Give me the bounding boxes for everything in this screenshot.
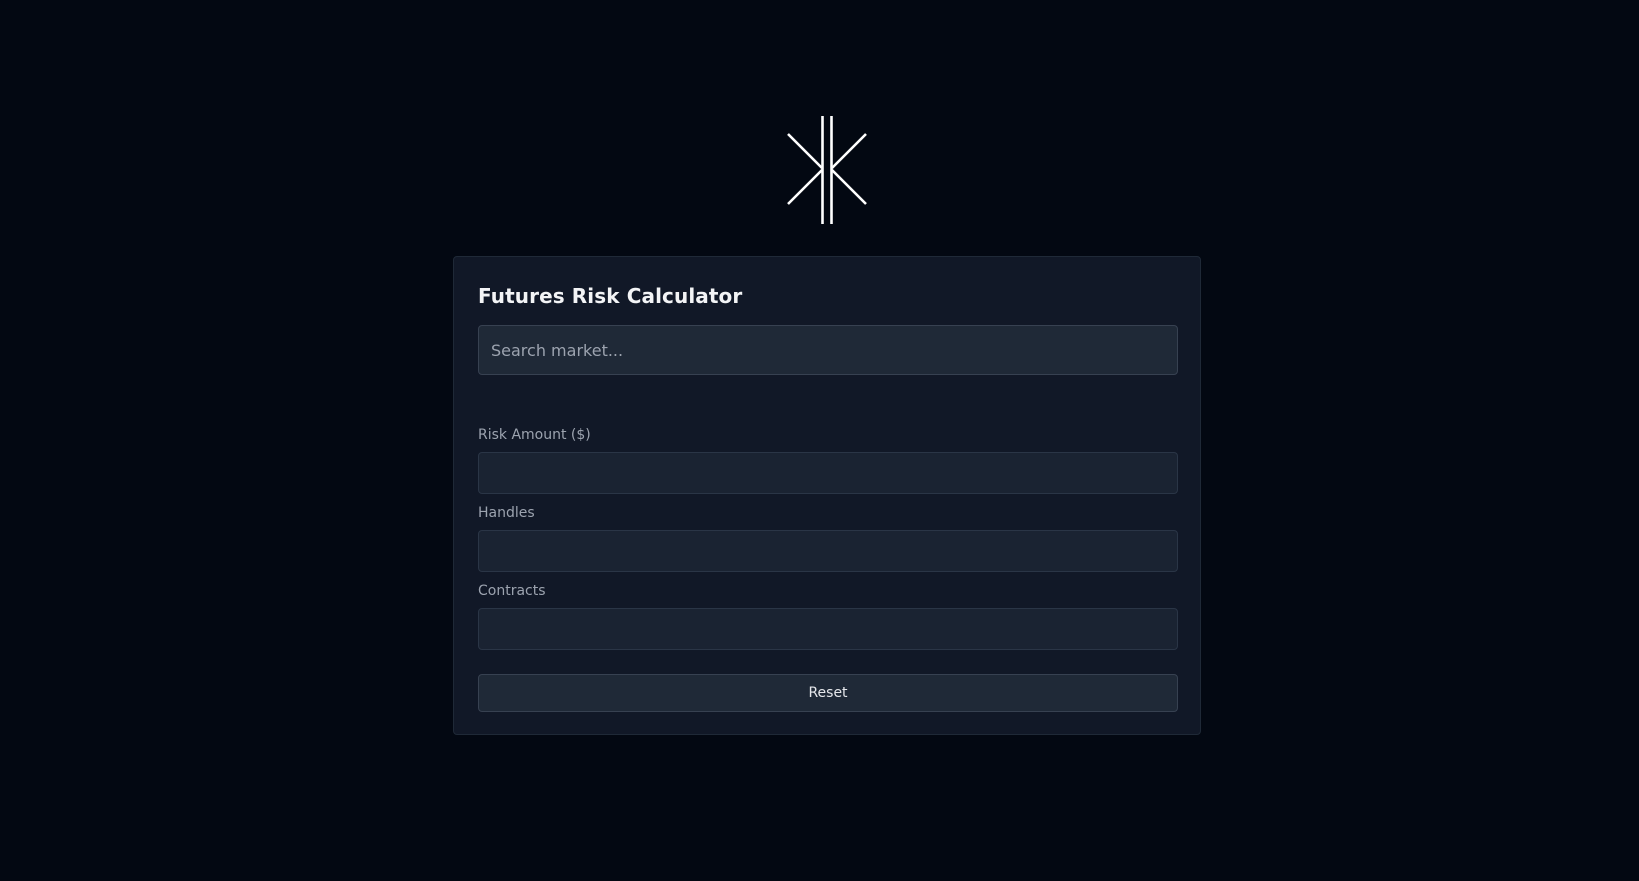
risk-amount-label: Risk Amount ($): [478, 427, 591, 443]
contracts-input[interactable]: [478, 608, 1178, 650]
brand-logo-icon: [787, 116, 867, 224]
handles-label: Handles: [478, 505, 535, 521]
reset-button[interactable]: Reset: [478, 674, 1178, 712]
page: Futures Risk Calculator Risk Amount ($) …: [0, 0, 1639, 881]
contracts-label: Contracts: [478, 583, 546, 599]
calculator-title: Futures Risk Calculator: [478, 284, 743, 308]
risk-amount-input[interactable]: [478, 452, 1178, 494]
market-search-input[interactable]: [478, 325, 1178, 375]
handles-input[interactable]: [478, 530, 1178, 572]
risk-calculator-card: Futures Risk Calculator Risk Amount ($) …: [453, 256, 1201, 735]
